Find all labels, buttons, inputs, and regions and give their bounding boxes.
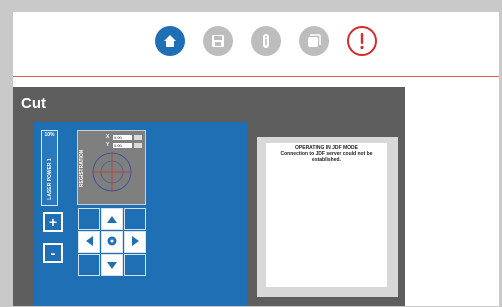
arrow-left-icon: [85, 233, 93, 251]
cut-panel: Cut 10% LASER POWER 1 REGISTRATION X 0.0…: [13, 87, 405, 306]
save-button[interactable]: [203, 26, 233, 56]
move-left-button[interactable]: [78, 231, 100, 253]
dpad-bottom-left: [78, 254, 100, 276]
alert-button[interactable]: [347, 26, 377, 56]
center-button[interactable]: [101, 231, 123, 253]
laser-power-value: 10%: [44, 132, 55, 138]
x-value-field[interactable]: 0.00: [113, 134, 132, 140]
alert-icon: [359, 32, 365, 50]
laser-power-slider[interactable]: 10% LASER POWER 1: [41, 130, 58, 206]
copy-button[interactable]: [299, 26, 329, 56]
arrow-right-icon: [131, 233, 139, 251]
move-down-button[interactable]: [101, 254, 123, 276]
center-target-icon: [107, 233, 117, 251]
dpad-top-left: [78, 208, 100, 230]
dpad-bottom-right: [124, 254, 146, 276]
info-icon: [261, 33, 271, 49]
copy-icon: [307, 34, 321, 48]
panel-title: Cut: [21, 95, 46, 112]
laser-power-label: LASER POWER 1: [46, 158, 53, 200]
dpad-top-right: [124, 208, 146, 230]
app-screen: Cut 10% LASER POWER 1 REGISTRATION X 0.0…: [13, 12, 499, 306]
arrow-up-icon: [107, 210, 117, 228]
move-up-button[interactable]: [101, 208, 123, 230]
status-frame: OPERATING IN JDF MODE Connection to JDF …: [257, 137, 398, 297]
status-message: Connection to JDF server could not be es…: [280, 151, 373, 163]
save-icon: [211, 34, 225, 48]
increase-button[interactable]: +: [43, 212, 63, 232]
control-area: 10% LASER POWER 1 REGISTRATION X 0.00 Y …: [34, 122, 247, 306]
home-button[interactable]: [155, 26, 185, 56]
move-right-button[interactable]: [124, 231, 146, 253]
registration-box: REGISTRATION X 0.00 Y 0.00: [77, 130, 146, 205]
decrease-button[interactable]: -: [43, 243, 63, 263]
toolbar: [13, 12, 499, 78]
home-icon: [162, 33, 178, 49]
status-box: OPERATING IN JDF MODE Connection to JDF …: [266, 143, 387, 287]
info-button[interactable]: [251, 26, 281, 56]
arrow-down-icon: [107, 256, 117, 274]
registration-crosshair-icon: [92, 152, 132, 192]
x-unit-box: [134, 134, 142, 140]
toolbar-divider: [13, 76, 499, 77]
